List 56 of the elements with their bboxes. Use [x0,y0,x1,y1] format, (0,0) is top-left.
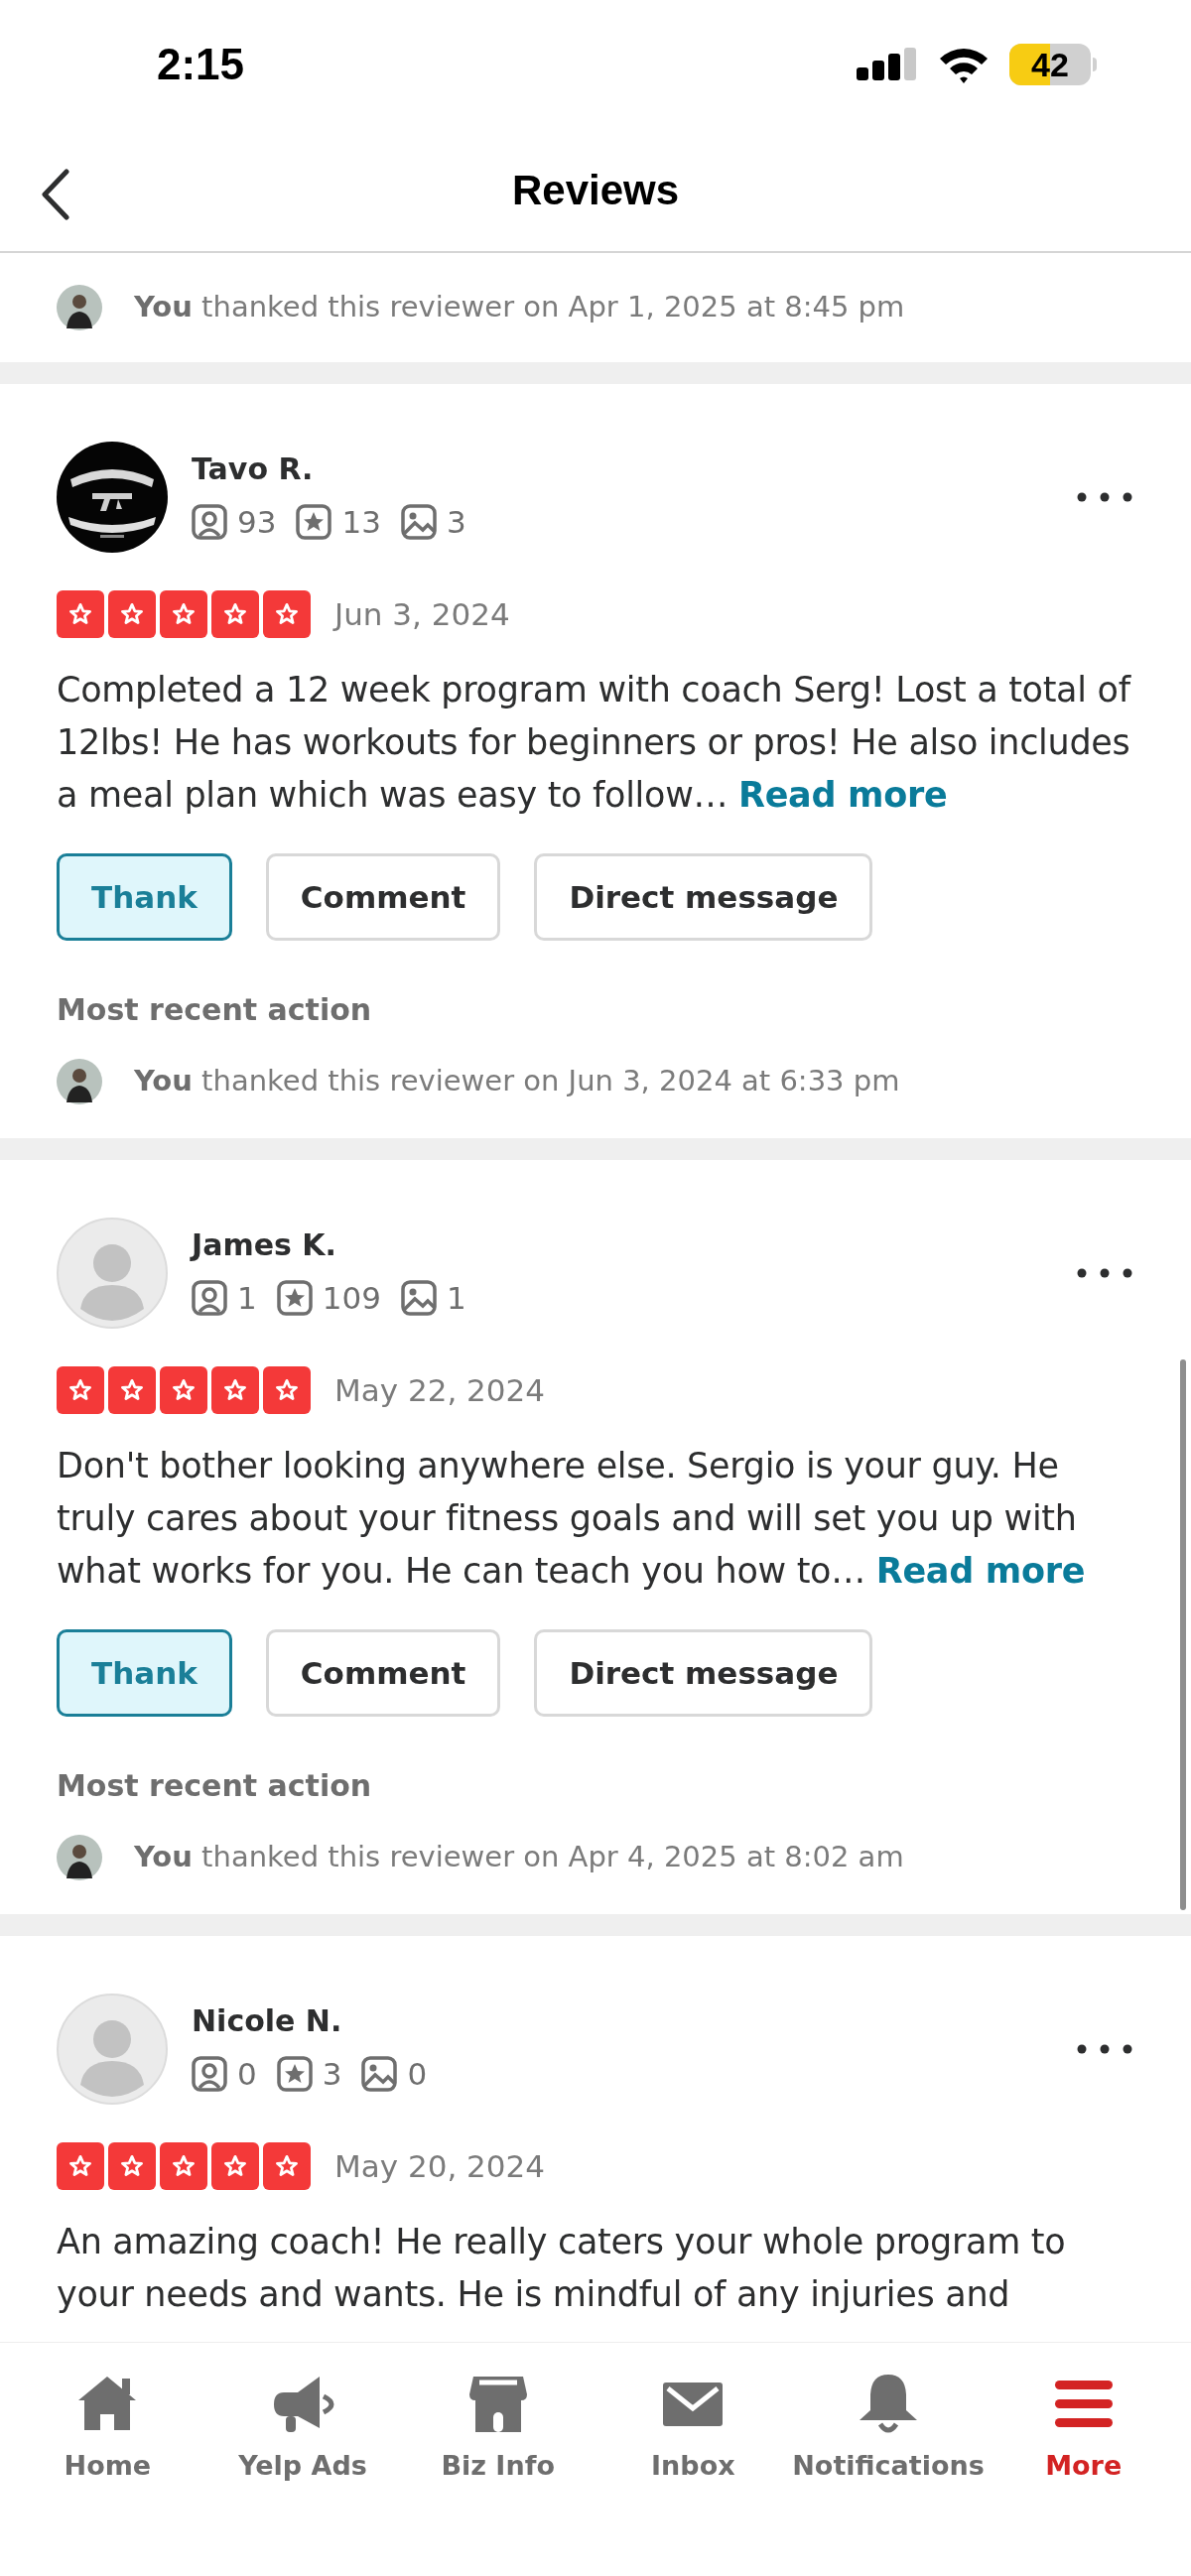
action-text: You thanked this reviewer on Apr 1, 2025 at 8:45 pm [134,289,905,326]
review-action-button[interactable]: Comment [265,853,501,941]
stat-count: 109 [322,1278,381,1318]
tab-bar-item[interactable]: Notifications [790,2371,987,2500]
status-time: 2:15 [157,39,245,90]
star-count-icon [296,504,332,540]
user-avatar [57,1059,102,1104]
back-icon [41,169,70,220]
stat-count: 93 [237,502,277,542]
tab-bar-item[interactable]: Home [10,2371,205,2500]
review-action-button[interactable]: Comment [265,1629,501,1717]
read-more-link[interactable]: Read more [875,1551,1086,1591]
review-date: May 20, 2024 [334,2146,545,2186]
review-date: May 22, 2024 [334,1370,545,1410]
stat-count: 13 [341,502,381,542]
review-text: Don't bother looking anywhere else. Sergio is your guy. He truly cares about your fitness goals and will set you up with what works for you. He can teach you how to… Read more [57,1445,1087,1593]
tab-bar-item[interactable]: More [986,2371,1182,2500]
tab-bar-item[interactable]: Yelp Ads [204,2371,401,2500]
review-action-button[interactable]: Thank [57,853,232,941]
read-more-link[interactable]: Read more [738,775,948,815]
user-avatar [57,285,102,330]
stat-count: 0 [407,2054,428,2094]
stat-count: 3 [322,2054,342,2094]
review-count-icon [192,504,227,540]
section-heading: Most recent action [57,991,373,1029]
signal-icon [857,48,918,81]
review-text: Completed a 12 week program with coach Serg! Lost a total of 12lbs! He has workouts for beginners or pros! He also includes a meal plan which was easy to follow… Read more [57,669,1132,817]
star-count-icon [276,1280,313,1316]
photo-count-icon [361,2056,398,2092]
review-count-icon [192,1280,227,1316]
stat-count: 1 [446,1278,466,1318]
action-text: You thanked this reviewer on Apr 4, 2025 at 8:02 am [134,1839,904,1876]
review-action-button[interactable]: Thank [57,1629,232,1717]
page-title: Reviews [511,166,680,215]
review-date: Jun 3, 2024 [334,594,510,634]
ellipsis-icon [1077,2044,1132,2054]
stat-count: 3 [446,502,466,542]
review-count-icon [192,2056,227,2092]
star-count-icon [276,2056,313,2092]
reviewer-name[interactable]: Tavo R. [192,449,1075,489]
reviewer-name[interactable]: Nicole N. [192,2000,1075,2041]
ellipsis-icon [1077,1268,1132,1278]
review-action-button[interactable]: Direct message [534,1629,873,1717]
photo-count-icon [400,1280,437,1316]
action-text: You thanked this reviewer on Jun 3, 2024 at 6:33 pm [134,1063,900,1100]
section-heading: Most recent action [57,1767,373,1805]
ellipsis-icon [1077,492,1132,502]
reviewer-name[interactable]: James K. [192,1224,1075,1265]
user-avatar [57,1835,102,1880]
review-text: An amazing coach! He really caters your whole program to your needs and wants. He is mindful of any injuries and [57,2221,1067,2316]
stat-count: 0 [237,2054,257,2094]
stat-count: 1 [237,1278,257,1318]
review-action-button[interactable]: Direct message [534,853,873,941]
tab-bar-item[interactable]: Biz Info [400,2371,596,2500]
tab-bar-item[interactable]: Inbox [596,2371,791,2500]
photo-count-icon [400,504,437,540]
